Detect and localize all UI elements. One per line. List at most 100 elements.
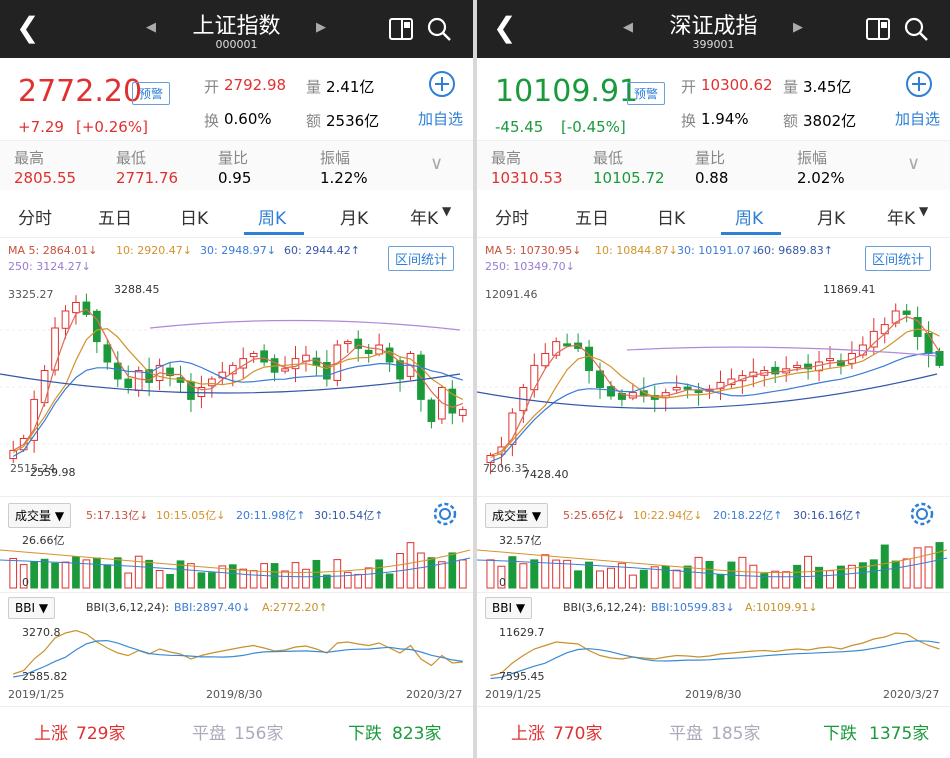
tab-indicator bbox=[721, 232, 781, 235]
amount-label: 额 bbox=[783, 112, 799, 130]
vol10-label: 10:22.94亿↓ bbox=[633, 509, 703, 522]
layout-icon[interactable] bbox=[865, 16, 891, 42]
settings-gear-icon[interactable] bbox=[909, 501, 935, 527]
flat-count: 156家 bbox=[234, 724, 284, 744]
tab-indicator bbox=[244, 232, 304, 235]
expand-chevron-icon[interactable]: ∨ bbox=[430, 153, 443, 174]
tab-monthly-k[interactable]: 月K bbox=[817, 204, 845, 229]
bbi-params: BBI(3,6,12,24): bbox=[563, 601, 647, 614]
layout-icon[interactable] bbox=[388, 16, 414, 42]
low-label: 最低 bbox=[116, 149, 147, 167]
volume-selector[interactable]: 成交量 ▼ bbox=[8, 503, 72, 528]
vol30-label: 30:16.16亿↑ bbox=[793, 509, 863, 522]
bbi-params: BBI(3,6,12,24): bbox=[86, 601, 170, 614]
search-icon[interactable] bbox=[426, 16, 452, 42]
open-label: 开 bbox=[204, 78, 220, 96]
market-breadth: 上涨 729家 平盘 156家 下跌 823家 bbox=[0, 706, 473, 752]
down-count: 823家 bbox=[392, 724, 442, 744]
add-watchlist-label[interactable]: 加自选 bbox=[418, 108, 463, 129]
vol20-label: 20:18.22亿↑ bbox=[713, 509, 783, 522]
bbi-bar: BBI ▼ BBI(3,6,12,24): BBI:10599.83↓ A:10… bbox=[477, 592, 950, 622]
search-icon[interactable] bbox=[903, 16, 929, 42]
volume-value: 2.41亿 bbox=[326, 78, 375, 96]
current-price: 2772.20 bbox=[18, 74, 143, 109]
bbi-selector[interactable]: BBI ▼ bbox=[8, 597, 56, 619]
trough-label: 2559.98 bbox=[30, 466, 76, 479]
vol5-label: 5:25.65亿↓ bbox=[563, 509, 626, 522]
volume-selector-label: 成交量 bbox=[15, 509, 52, 523]
yearly-dropdown-icon[interactable]: ▼ bbox=[919, 204, 928, 218]
tab-weekly-k[interactable]: 周K bbox=[735, 204, 763, 229]
volume-max-label: 26.66亿 bbox=[22, 534, 65, 547]
yearly-dropdown-icon[interactable]: ▼ bbox=[442, 204, 451, 218]
add-watchlist-icon[interactable] bbox=[905, 70, 933, 98]
bbi-value: BBI:2897.40↓ bbox=[174, 601, 251, 614]
tab-intraday[interactable]: 分时 bbox=[495, 204, 529, 229]
volume-chart bbox=[0, 542, 471, 589]
trough-label: 7428.40 bbox=[523, 468, 569, 481]
add-watchlist-label[interactable]: 加自选 bbox=[895, 108, 940, 129]
expand-chevron-icon[interactable]: ∨ bbox=[907, 153, 920, 174]
open-label: 开 bbox=[681, 78, 697, 96]
settings-gear-icon[interactable] bbox=[432, 501, 458, 527]
volume-selector-label: 成交量 bbox=[492, 509, 529, 523]
add-watchlist-icon[interactable] bbox=[428, 70, 456, 98]
volume-ratio-value: 0.95 bbox=[218, 169, 252, 187]
date-start: 2019/1/25 bbox=[8, 688, 65, 701]
down-label: 下跌 bbox=[823, 724, 857, 744]
peak-label: 3288.45 bbox=[114, 283, 160, 296]
high-label: 最高 bbox=[14, 149, 45, 167]
bbi-chart bbox=[13, 629, 463, 678]
date-mid: 2019/8/30 bbox=[685, 688, 742, 701]
next-icon[interactable]: ▶ bbox=[793, 20, 803, 35]
alert-button[interactable]: 预警 bbox=[627, 82, 666, 105]
bbi-selector-label: BBI bbox=[492, 601, 513, 615]
amplitude-label: 振幅 bbox=[797, 149, 828, 167]
tab-monthly-k[interactable]: 月K bbox=[340, 204, 368, 229]
change-value: -45.45 bbox=[495, 118, 544, 136]
vol5-label: 5:17.13亿↓ bbox=[86, 509, 149, 522]
y-top-label: 12091.46 bbox=[485, 288, 538, 301]
tab-daily-k[interactable]: 日K bbox=[657, 204, 685, 229]
tab-daily-k[interactable]: 日K bbox=[180, 204, 208, 229]
ma5-label: MA 5: 2864.01↓ bbox=[8, 244, 98, 257]
kline-chart[interactable] bbox=[477, 282, 950, 492]
volume-zero-label: 0 bbox=[499, 576, 506, 589]
range-stats-button[interactable]: 区间统计 bbox=[865, 246, 932, 271]
vol10-label: 10:15.05亿↓ bbox=[156, 509, 226, 522]
flat-label: 平盘 bbox=[669, 724, 703, 744]
vol20-label: 20:11.98亿↑ bbox=[236, 509, 306, 522]
open-value: 2792.98 bbox=[224, 76, 287, 94]
flat-label: 平盘 bbox=[192, 724, 226, 744]
volume-ratio-value: 0.88 bbox=[695, 169, 729, 187]
bbi-bar: BBI ▼ BBI(3,6,12,24): BBI:2897.40↓ A:277… bbox=[0, 592, 473, 622]
tab-five-day[interactable]: 五日 bbox=[575, 204, 609, 229]
tab-yearly-k[interactable]: 年K bbox=[410, 204, 438, 229]
down-label: 下跌 bbox=[348, 724, 382, 744]
bbi-selector[interactable]: BBI ▼ bbox=[485, 597, 533, 619]
flat-count: 185家 bbox=[711, 724, 761, 744]
tab-yearly-k[interactable]: 年K bbox=[887, 204, 915, 229]
volume-selector[interactable]: 成交量 ▼ bbox=[485, 503, 549, 528]
up-count: 729家 bbox=[76, 724, 126, 744]
date-end: 2020/3/27 bbox=[406, 688, 463, 701]
low-label: 最低 bbox=[593, 149, 624, 167]
down-count: 1375家 bbox=[869, 724, 930, 744]
tab-intraday[interactable]: 分时 bbox=[18, 204, 52, 229]
date-mid: 2019/8/30 bbox=[206, 688, 263, 701]
up-label: 上涨 bbox=[511, 724, 545, 744]
range-stats-button[interactable]: 区间统计 bbox=[388, 246, 455, 271]
turnover-value: 0.60% bbox=[224, 110, 272, 128]
tab-weekly-k[interactable]: 周K bbox=[258, 204, 286, 229]
tab-five-day[interactable]: 五日 bbox=[98, 204, 132, 229]
change-percent: [-0.45%] bbox=[561, 118, 626, 136]
y-top-label: 3325.27 bbox=[8, 288, 54, 301]
next-icon[interactable]: ▶ bbox=[316, 20, 326, 35]
amount-value: 2536亿 bbox=[326, 112, 380, 130]
header: ❮ ◀ 深证成指 399001 ▶ bbox=[477, 0, 950, 58]
bbi-bottom-label: 7595.45 bbox=[499, 670, 545, 683]
kline-chart[interactable] bbox=[0, 282, 473, 492]
period-tabs: 分时 五日 日K 周K 月K 年K ▼ bbox=[0, 190, 473, 238]
high-value: 2805.55 bbox=[14, 169, 77, 187]
alert-button[interactable]: 预警 bbox=[132, 82, 171, 105]
